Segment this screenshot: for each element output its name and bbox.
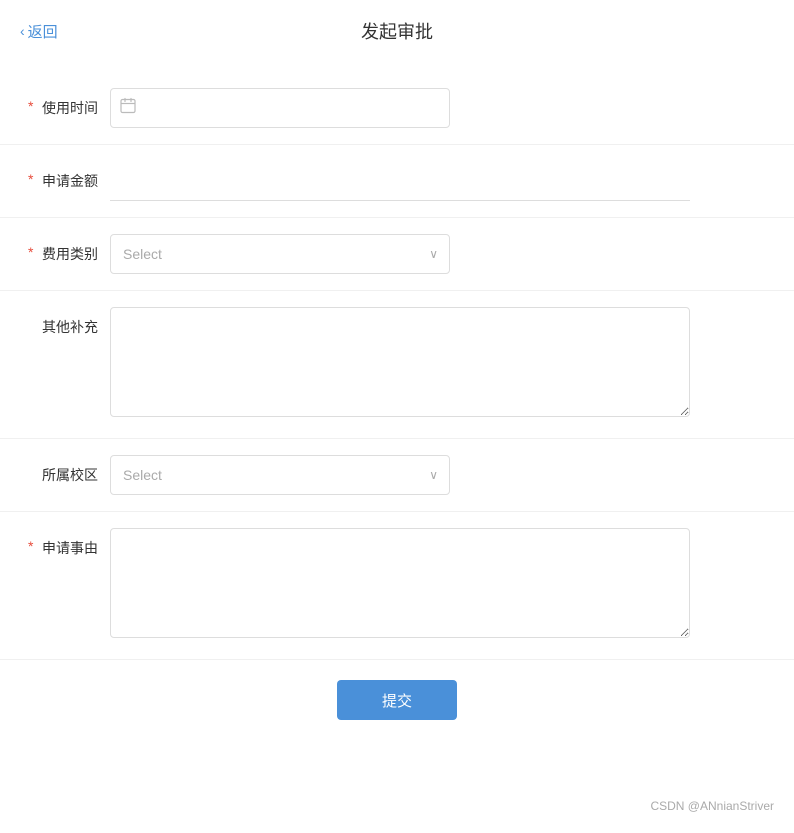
date-input-wrapper xyxy=(110,88,450,128)
back-button[interactable]: ‹ 返回 xyxy=(20,21,58,42)
form-row-supplement: 其他补充 xyxy=(0,291,794,439)
chevron-left-icon: ‹ xyxy=(20,23,25,39)
amount-wrapper xyxy=(110,161,764,201)
supplement-textarea[interactable] xyxy=(110,307,690,417)
page-title: 发起审批 xyxy=(361,18,433,44)
submit-area: 提交 xyxy=(0,660,794,740)
form-row-campus: 所属校区 Select ∨ xyxy=(0,439,794,512)
usage-time-input[interactable] xyxy=(110,88,450,128)
page-header: ‹ 返回 发起审批 xyxy=(0,0,794,62)
campus-wrapper: Select ∨ xyxy=(110,455,630,495)
expense-type-wrapper: Select ∨ xyxy=(110,234,630,274)
supplement-wrapper xyxy=(110,307,764,422)
label-supplement: 其他补充 xyxy=(30,307,110,337)
form-row-reason: 申请事由 xyxy=(0,512,794,660)
form-row-expense-type: 费用类别 Select ∨ xyxy=(0,218,794,291)
label-reason: 申请事由 xyxy=(30,528,110,558)
usage-time-wrapper xyxy=(110,88,630,128)
campus-select-wrapper: Select ∨ xyxy=(110,455,450,495)
label-campus: 所属校区 xyxy=(30,455,110,485)
watermark: CSDN @ANnianStriver xyxy=(650,799,774,813)
label-amount: 申请金额 xyxy=(30,161,110,191)
campus-select[interactable]: Select xyxy=(110,455,450,495)
label-usage-time: 使用时间 xyxy=(30,88,110,118)
expense-type-select[interactable]: Select xyxy=(110,234,450,274)
reason-textarea[interactable] xyxy=(110,528,690,638)
amount-input[interactable] xyxy=(110,161,690,201)
calendar-icon xyxy=(120,98,136,119)
form-row-usage-time: 使用时间 xyxy=(0,72,794,145)
label-expense-type: 费用类别 xyxy=(30,234,110,264)
form-row-amount: 申请金额 xyxy=(0,145,794,218)
form-container: 使用时间 申请金额 费用类别 xyxy=(0,62,794,800)
back-label: 返回 xyxy=(28,21,58,42)
reason-wrapper xyxy=(110,528,764,643)
expense-type-select-wrapper: Select ∨ xyxy=(110,234,450,274)
submit-button[interactable]: 提交 xyxy=(337,680,457,720)
